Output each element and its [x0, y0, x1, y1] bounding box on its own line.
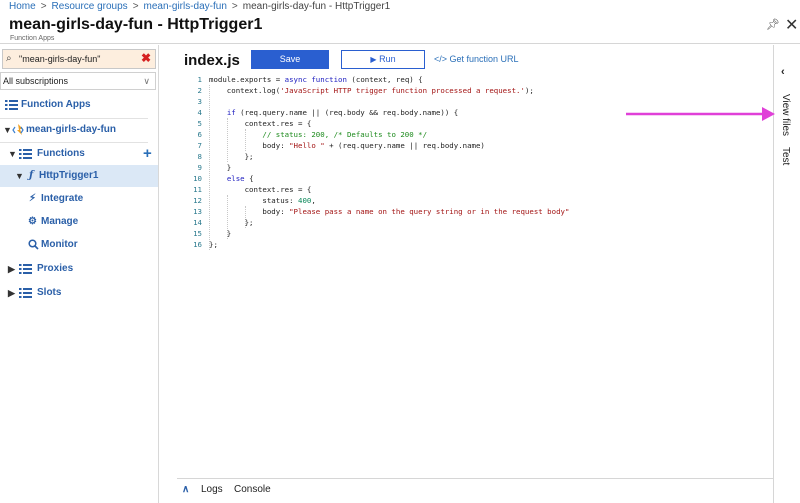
- sidebar-item-httptrigger1[interactable]: ▼ ƒ HttpTrigger1: [0, 165, 158, 187]
- breadcrumb-separator: >: [231, 1, 238, 12]
- search-icon: ⌕: [6, 53, 12, 64]
- chevron-left-icon[interactable]: ‹: [781, 66, 785, 78]
- sidebar-item-manage[interactable]: ⚙︎ Manage: [0, 211, 158, 233]
- sidebar-item-label: Monitor: [41, 239, 78, 250]
- code-text: }: [209, 229, 232, 238]
- save-button[interactable]: Save: [251, 50, 329, 69]
- line-number: 14: [193, 218, 202, 227]
- sidebar-item-slots[interactable]: ▶ Slots: [0, 282, 158, 304]
- search-input[interactable]: ⌕ "mean-girls-day-fun" ✖: [2, 49, 156, 69]
- line-number: 1: [197, 75, 202, 84]
- code-text: };: [209, 240, 218, 249]
- caret-down-icon: ▼: [8, 149, 17, 159]
- get-url-label: Get function URL: [449, 54, 519, 64]
- breadcrumb-separator: >: [40, 1, 47, 12]
- code-text: body: "Hello " + (req.query.name || req.…: [209, 141, 485, 150]
- blade-header: mean-girls-day-fun - HttpTrigger1 Functi…: [0, 14, 800, 44]
- tab-console[interactable]: Console: [234, 479, 271, 501]
- file-name: index.js: [184, 52, 240, 69]
- sidebar-item-label: Slots: [37, 287, 62, 298]
- sidebar-item-label: Manage: [41, 216, 79, 227]
- breadcrumb-current: mean-girls-day-fun - HttpTrigger1: [242, 1, 391, 12]
- function-icon: ƒ: [29, 170, 34, 181]
- breadcrumb-resource-groups[interactable]: Resource groups: [52, 1, 128, 12]
- annotation-arrow-icon: [626, 107, 775, 121]
- code-text: body: "Please pass a name on the query s…: [209, 207, 570, 216]
- line-number: 7: [197, 141, 202, 150]
- caret-down-icon: ▼: [3, 125, 12, 135]
- subscription-value: All subscriptions: [3, 76, 69, 86]
- gear-icon: ⚙︎: [28, 216, 37, 227]
- sidebar-item-label: Integrate: [41, 193, 84, 204]
- caret-down-icon: ▼: [15, 171, 24, 181]
- list-icon: [19, 282, 32, 313]
- page-subtitle: Function Apps: [10, 35, 55, 42]
- line-number: 4: [197, 108, 202, 117]
- sidebar: ⌕ "mean-girls-day-fun" ✖ All subscriptio…: [0, 45, 159, 503]
- line-number: 11: [193, 185, 202, 194]
- play-icon: ▶: [370, 55, 377, 64]
- breadcrumb-home[interactable]: Home: [9, 1, 36, 12]
- run-label: Run: [379, 54, 396, 64]
- breadcrumb-separator: >: [132, 1, 139, 12]
- line-number: 8: [197, 152, 202, 161]
- sidebar-item-function-app[interactable]: ▼ mean-girls-day-fun: [0, 119, 158, 141]
- code-text: context.log('JavaScript HTTP trigger fun…: [209, 86, 534, 95]
- code-text: }: [209, 163, 232, 172]
- breadcrumb: Home > Resource groups > mean-girls-day-fun >…: [0, 0, 800, 14]
- sidebar-item-function-apps[interactable]: Function Apps: [0, 94, 158, 116]
- add-function-icon[interactable]: +: [143, 143, 152, 165]
- sidebar-item-proxies[interactable]: ▶ Proxies: [0, 258, 158, 280]
- page-title: mean-girls-day-fun - HttpTrigger1: [9, 16, 263, 33]
- code-text: status: 400,: [209, 196, 316, 205]
- line-number: 5: [197, 119, 202, 128]
- sidebar-item-label: mean-girls-day-fun: [26, 124, 117, 135]
- bottom-panel-bar: ∧ Logs Console: [177, 478, 773, 503]
- code-text: // status: 200, /* Defaults to 200 */: [262, 130, 428, 139]
- caret-right-icon: ▶: [8, 264, 15, 274]
- breadcrumb-function-app[interactable]: mean-girls-day-fun: [144, 1, 227, 12]
- sidebar-item-label: Proxies: [37, 263, 74, 274]
- code-text: };: [209, 218, 254, 227]
- code-text: else {: [226, 174, 254, 183]
- run-button[interactable]: ▶ Run: [341, 50, 425, 69]
- caret-right-icon: ▶: [8, 288, 15, 298]
- sidebar-item-monitor[interactable]: Monitor: [0, 234, 158, 256]
- chevron-up-icon[interactable]: ∧: [182, 479, 189, 501]
- search-value: "mean-girls-day-fun": [19, 54, 101, 64]
- chevron-down-icon: ∨: [143, 76, 150, 86]
- close-icon[interactable]: ✕: [785, 15, 798, 35]
- line-number: 9: [197, 163, 202, 172]
- get-function-url-link[interactable]: </> Get function URL: [434, 52, 519, 67]
- sidebar-item-label: Functions: [37, 148, 85, 159]
- subscription-dropdown[interactable]: All subscriptions ∨: [0, 72, 156, 90]
- code-text: context.res = {: [209, 185, 312, 194]
- sidebar-item-functions[interactable]: ▼ Functions: [0, 143, 158, 165]
- code-text: if (req.query.name || (req.body && req.b…: [226, 108, 459, 117]
- code-text: module.exports = async function (context…: [209, 75, 423, 84]
- clear-search-icon[interactable]: ✖: [141, 49, 151, 67]
- code-icon: </>: [434, 54, 448, 64]
- sidebar-item-integrate[interactable]: ⚡︎ Integrate: [0, 188, 158, 210]
- line-number: 6: [197, 130, 202, 139]
- tab-test[interactable]: Test: [780, 147, 791, 165]
- line-number: 13: [193, 207, 202, 216]
- line-number: 2: [197, 86, 202, 95]
- sidebar-item-label: HttpTrigger1: [39, 170, 99, 181]
- line-number: 10: [193, 174, 202, 183]
- pin-icon[interactable]: 📌︎: [766, 18, 780, 31]
- code-text: };: [209, 152, 254, 161]
- line-number: 12: [193, 196, 202, 205]
- line-number: 15: [193, 229, 202, 238]
- lightning-icon: ⚡︎: [29, 193, 37, 204]
- tab-logs[interactable]: Logs: [201, 479, 223, 501]
- code-text: context.res = {: [209, 119, 312, 128]
- line-number: 16: [193, 240, 202, 249]
- sidebar-item-label: Function Apps: [21, 99, 91, 110]
- line-number: 3: [197, 97, 202, 106]
- tab-view-files[interactable]: View files: [780, 94, 791, 136]
